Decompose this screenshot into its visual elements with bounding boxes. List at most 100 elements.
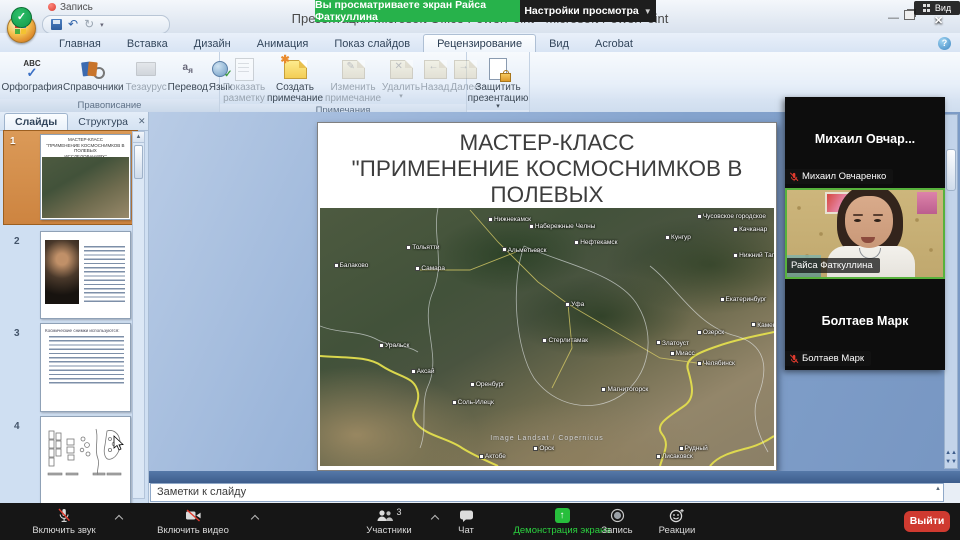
recording-dot-icon (48, 3, 56, 11)
close-button[interactable]: ✕ (934, 14, 943, 27)
unmute-button[interactable]: Включить звук (14, 508, 114, 536)
participant-tile-1[interactable]: Михаил Овчар... Михаил Овчаренко (785, 97, 945, 188)
participant-name-badge: Болтаев Марк (785, 351, 871, 366)
map-city-label: Магнитогорск (601, 386, 648, 393)
video-off-icon (185, 508, 202, 523)
thesaurus-button[interactable]: Тезаурус (126, 54, 167, 94)
next-slide-button[interactable]: ▼▼ (945, 459, 957, 466)
map-city-marker (656, 454, 661, 459)
slide-thumbnail-3[interactable]: Космические снимки используются: (40, 323, 131, 412)
chat-icon (459, 508, 474, 523)
show-markup-button[interactable]: Показать разметку (223, 54, 265, 104)
map-city-label: Оренбург (470, 381, 505, 388)
tab-slideshow[interactable]: Показ слайдов (321, 35, 423, 52)
view-settings-button[interactable]: Настройки просмотра ▼ (520, 0, 656, 22)
map-city-label: Челябинск (697, 360, 735, 367)
spelling-button[interactable]: ABC✓ Орфография (3, 54, 61, 94)
participants-options-chevron[interactable] (432, 514, 439, 521)
previous-slide-button[interactable]: ▲▲ (945, 450, 957, 457)
minimize-button[interactable]: — (888, 12, 899, 24)
tab-design[interactable]: Дизайн (181, 35, 244, 52)
slide-thumbnail-2[interactable] (40, 231, 131, 319)
video-options-chevron[interactable] (252, 514, 259, 521)
editor-scrollbar[interactable]: ▲▲ ▼▼ (944, 114, 958, 469)
map-city-label: Екатеринбург (720, 296, 767, 303)
leave-button[interactable]: Выйти (904, 511, 950, 532)
map-city-marker (533, 446, 538, 451)
recording-indicator: Запись (48, 0, 93, 14)
muted-mic-icon (57, 508, 71, 523)
delete-comment-button[interactable]: ✕ Удалить ▾ (383, 54, 419, 100)
chat-button[interactable]: Чат (446, 508, 486, 536)
grid-view-icon (923, 4, 931, 12)
map-city-label: Самара (415, 265, 445, 272)
participant-tile-2[interactable]: Райса Фаткуллина (785, 188, 945, 279)
map-city-label: Уфа (565, 301, 584, 308)
pane-close-icon[interactable]: ✕ (138, 116, 146, 130)
translate-button[interactable]: aя Перевод (169, 54, 207, 94)
protect-presentation-button[interactable]: Защитить презентацию ▾ (469, 54, 527, 110)
map-city-marker (656, 340, 661, 345)
reactions-icon (669, 508, 685, 523)
record-button[interactable]: Запись (588, 508, 646, 536)
map-city-label: Рудный (679, 445, 708, 452)
zoom-view-button[interactable]: Вид (914, 1, 960, 15)
map-city-marker (670, 351, 675, 356)
map-city-marker (720, 297, 725, 302)
map-city-marker (601, 387, 606, 392)
edit-comment-button[interactable]: ✎ Изменить примечание (325, 54, 381, 104)
tab-animation[interactable]: Анимация (244, 35, 322, 52)
tab-home[interactable]: Главная (46, 35, 114, 52)
map-city-marker (733, 253, 738, 258)
map-city-marker (679, 446, 684, 451)
pane-tabs: Слайды Структура ✕ (0, 112, 148, 131)
notes-splitter[interactable] (149, 471, 960, 483)
map-city-label: Качканар (733, 226, 767, 233)
map-city-label: Актобе (479, 453, 506, 460)
start-video-button[interactable]: Включить видео (140, 508, 246, 536)
pane-scroll-up-icon[interactable]: ▲ (133, 132, 144, 143)
tab-view[interactable]: Вид (536, 35, 582, 52)
tab-slides[interactable]: Слайды (4, 113, 68, 130)
audio-options-chevron[interactable] (116, 514, 123, 521)
map-city-marker (334, 263, 339, 268)
notes-panel[interactable]: Заметки к слайду ▲ (150, 483, 944, 502)
previous-comment-button[interactable]: ← Назад (421, 54, 449, 94)
map-city-marker (751, 322, 756, 327)
tab-review[interactable]: Рецензирование (423, 34, 536, 52)
slide-thumbnail-4[interactable] (40, 416, 131, 505)
help-icon[interactable]: ? (938, 37, 951, 50)
map-city-label: Нижнекамск (488, 216, 531, 223)
wall-poster (917, 192, 937, 214)
slides-pane: Слайды Структура ✕ 1 МАСТЕР-КЛАСС "ПРИМЕ… (0, 112, 149, 503)
screen-share-banner: Вы просматриваете экран Райса Фаткуллина (315, 0, 520, 22)
participant-tile-3[interactable]: Болтаев Марк Болтаев Марк (785, 279, 945, 370)
zoom-toolbar: Включить звук Включить видео (0, 503, 960, 540)
participant-name-badge: Михаил Овчаренко (785, 169, 893, 184)
current-slide[interactable]: МАСТЕР-КЛАСС "ПРИМЕНЕНИЕ КОСМОСНИМКОВ В … (317, 122, 777, 471)
delete-dropdown-caret: ▾ (399, 94, 403, 100)
editor-scroll-thumb[interactable] (946, 149, 956, 191)
tab-outline[interactable]: Структура (68, 114, 138, 130)
reactions-button[interactable]: Реакции (646, 508, 708, 536)
map-city-marker (665, 235, 670, 240)
tab-insert[interactable]: Вставка (114, 35, 181, 52)
pane-scrollbar[interactable]: ▲ (132, 131, 145, 499)
new-comment-button[interactable]: ✱ Создать примечание (267, 54, 323, 104)
map-city-label: Озерск (697, 329, 724, 336)
participants-panel: Михаил Овчар... Михаил Овчаренко (785, 97, 945, 370)
notes-scroll-icon[interactable]: ▲ (935, 486, 941, 492)
map-city-label: Златоуст (656, 340, 689, 347)
research-button[interactable]: Справочники (63, 54, 124, 94)
pane-scroll-thumb[interactable] (134, 145, 143, 179)
slide-thumbnail-1[interactable]: МАСТЕР-КЛАСС "ПРИМЕНЕНИЕ КОСМОСНИМКОВ В … (40, 134, 131, 220)
map-city-label: Аксай (411, 368, 435, 375)
research-icon (82, 56, 105, 82)
thesaurus-icon (136, 56, 156, 82)
participants-button[interactable]: 3 Участники (352, 508, 426, 536)
slide-title-line1: МАСТЕР-КЛАСС (318, 130, 776, 156)
tab-acrobat[interactable]: Acrobat (582, 35, 646, 52)
map-city-label: Лисаковск (656, 453, 693, 460)
map-city-label: Кунгур (665, 234, 691, 241)
mouse-cursor (113, 435, 126, 451)
